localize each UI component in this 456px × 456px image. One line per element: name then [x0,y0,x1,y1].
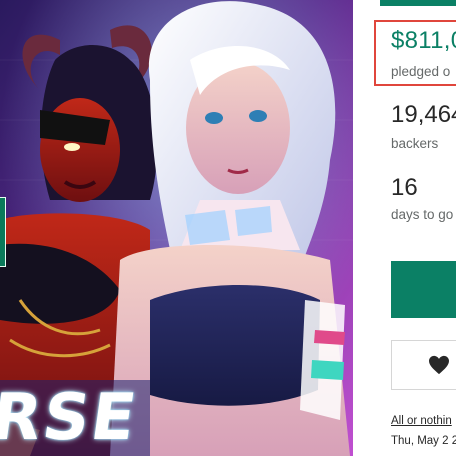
campaign-end-date: Thu, May 2 2 [391,435,456,447]
days-label: days to go [391,207,454,222]
remind-me-button[interactable] [391,340,456,390]
game-logo-text: RSE [0,381,143,455]
pledged-label: pledged o [391,64,451,79]
campaign-stats-panel: $811,0 pledged o 19,464 backers 16 days … [353,0,456,456]
artwork-side-marker [0,197,6,267]
pledged-amount: $811,0 [391,27,456,54]
all-or-nothing-link[interactable]: All or nothin [391,415,452,427]
backers-count: 19,464 [391,101,456,128]
days-count: 16 [391,174,418,201]
progress-bar [380,0,456,6]
backers-label: backers [391,136,439,151]
back-this-project-button[interactable] [391,261,456,318]
project-hero-image[interactable]: RSE [0,0,353,456]
heart-icon [429,355,449,375]
